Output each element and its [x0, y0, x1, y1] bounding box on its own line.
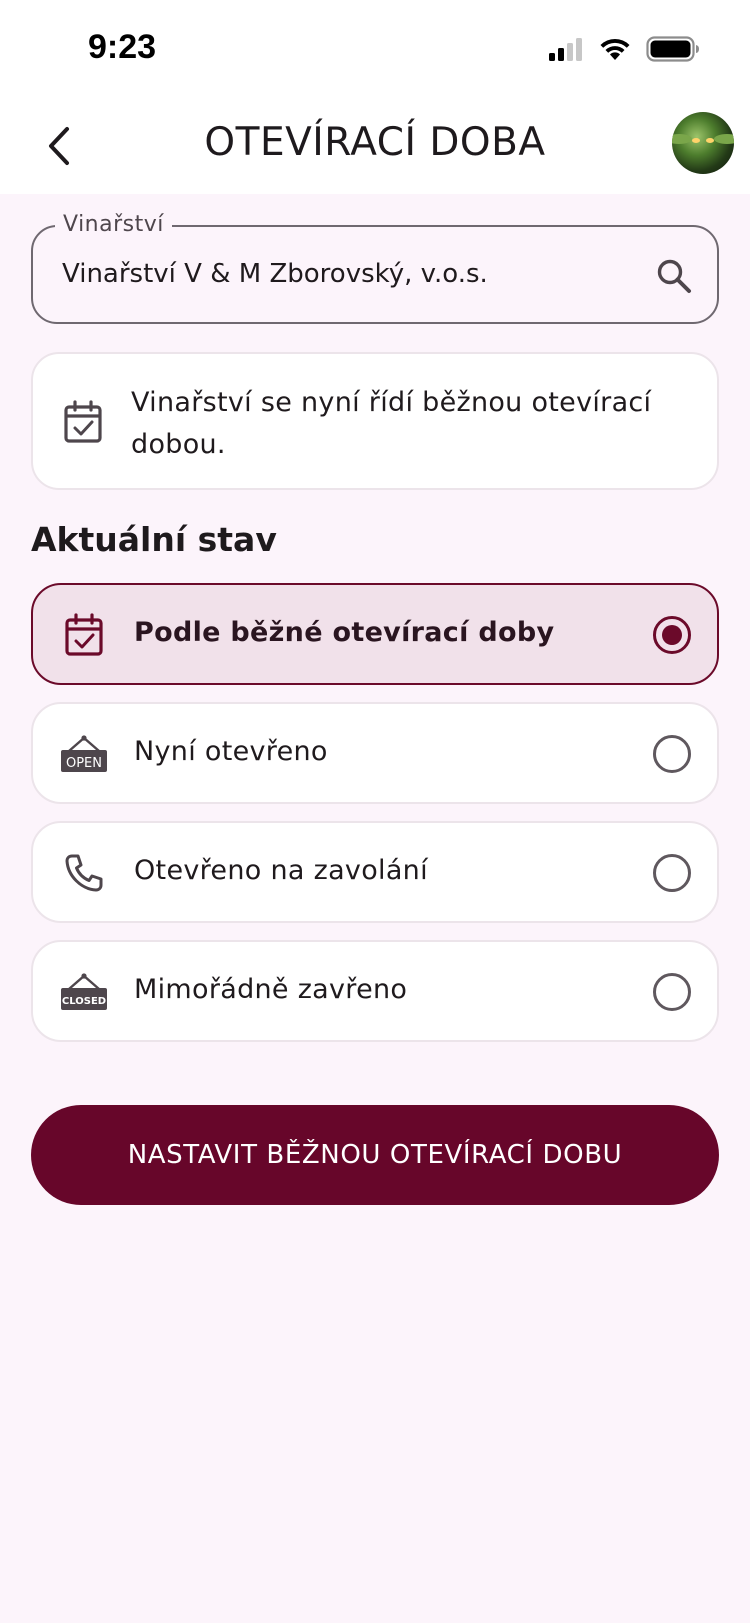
winery-field-value[interactable]: Vinařství V & M Zborovský, v.o.s.	[62, 259, 622, 289]
option-icon-wrap: CLOSED	[59, 970, 109, 1014]
radio-unselected[interactable]	[653, 735, 691, 773]
avatar-detail	[672, 134, 692, 144]
phone-icon	[65, 854, 103, 892]
option-icon-wrap: OPEN	[59, 732, 109, 776]
avatar-detail	[692, 138, 700, 143]
page-title: OTEVÍRACÍ DOBA	[204, 120, 546, 165]
wifi-icon	[600, 38, 630, 60]
set-regular-hours-button[interactable]: NASTAVIT BĚŽNOU OTEVÍRACÍ DOBU	[31, 1105, 719, 1205]
winery-search-field[interactable]: Vinařství Vinařství V & M Zborovský, v.o…	[31, 212, 719, 324]
option-label: Otevřeno na zavolání	[134, 855, 428, 886]
battery-icon	[646, 36, 699, 62]
option-label: Mimořádně zavřeno	[134, 974, 408, 1005]
status-bar: 9:23	[0, 0, 750, 98]
chevron-left-icon	[49, 127, 69, 165]
calendar-check-icon	[64, 400, 102, 443]
option-open-now[interactable]: OPEN Nyní otevřeno	[31, 702, 719, 804]
closed-sign-icon: CLOSED	[61, 973, 107, 1010]
radio-unselected[interactable]	[653, 973, 691, 1011]
option-open-on-call[interactable]: Otevřeno na zavolání	[31, 821, 719, 923]
closed-sign-text: CLOSED	[62, 996, 106, 1007]
cellular-signal-icon	[549, 38, 582, 61]
radio-unselected[interactable]	[653, 854, 691, 892]
open-sign-icon: OPEN	[61, 735, 107, 772]
winery-field-label: Vinařství	[55, 212, 172, 237]
option-regular-hours[interactable]: Podle běžné otevírací doby	[31, 583, 719, 685]
option-icon-wrap	[59, 851, 109, 895]
calendar-check-icon	[65, 613, 103, 656]
app-bar: OTEVÍRACÍ DOBA	[0, 98, 750, 194]
radio-dot	[662, 625, 682, 645]
option-icon-wrap	[59, 613, 109, 657]
option-label: Podle běžné otevírací doby	[134, 617, 555, 648]
option-label: Nyní otevřeno	[134, 736, 328, 767]
radio-selected[interactable]	[653, 616, 691, 654]
status-icons	[548, 34, 700, 64]
info-card: Vinařství se nyní řídí běžnou otevírací …	[31, 352, 719, 490]
option-closed[interactable]: CLOSED Mimořádně zavřeno	[31, 940, 719, 1042]
avatar[interactable]	[672, 112, 734, 174]
search-icon[interactable]	[655, 257, 693, 295]
open-sign-text: OPEN	[66, 756, 102, 771]
status-time: 9:23	[88, 28, 157, 66]
avatar-detail	[706, 138, 714, 143]
info-text: Vinařství se nyní řídí běžnou otevírací …	[131, 387, 652, 460]
back-button[interactable]	[32, 118, 88, 174]
avatar-detail	[714, 134, 734, 144]
section-title: Aktuální stav	[31, 520, 277, 559]
